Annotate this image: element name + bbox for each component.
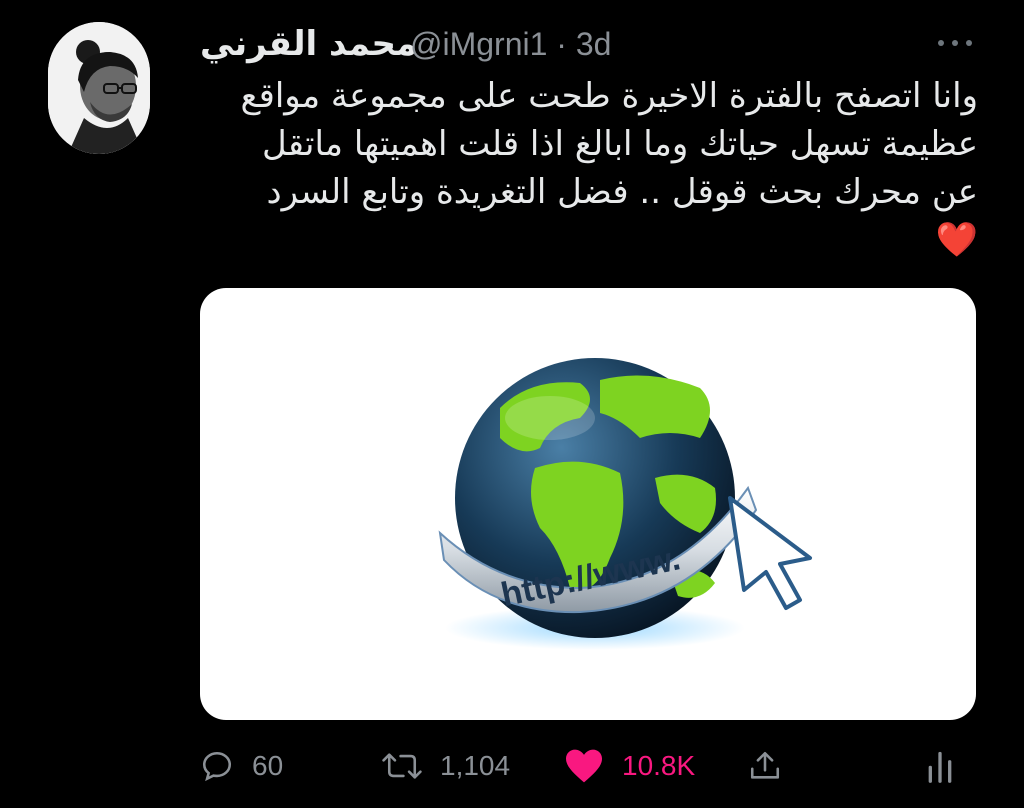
share-button[interactable] [748,740,782,792]
like-count: 10.8K [622,750,696,781]
display-name[interactable]: محمد القرني [200,24,417,64]
heart-emoji: ❤️ [935,220,978,260]
retweet-icon [382,753,422,779]
reply-icon [202,751,232,782]
media-image[interactable]: http://www. [200,288,976,720]
action-bar: 60 1,104 10.8K [0,740,1024,796]
tweet-text: وانا اتصفح بالفترة الاخيرة طحت على مجموع… [196,72,978,264]
share-icon [750,751,780,779]
reply-button[interactable]: 60 [200,740,283,792]
analytics-button[interactable] [926,740,954,792]
heart-icon [566,749,602,783]
tweet-text-line: عن محرك بحث قوقل .. فضل التغريدة وتابع ا… [266,172,978,212]
reply-count: 60 [252,750,284,781]
tweet-text-line: وانا اتصفح بالفترة الاخيرة طحت على مجموع… [240,76,978,116]
tweet: محمد القرني @iMgrni1 · 3d وانا اتصفح بال… [0,0,1024,808]
retweet-button[interactable]: 1,104 [382,740,510,792]
like-button[interactable]: 10.8K [564,740,695,792]
globe-www-illustration: http://www. [438,358,812,650]
more-icon[interactable] [936,36,976,50]
analytics-icon [928,751,952,783]
avatar[interactable] [48,22,150,154]
retweet-count: 1,104 [440,750,511,781]
tweet-header: محمد القرني @iMgrni1 · 3d [200,20,990,66]
avatar-photo [48,22,150,154]
tweet-text-line: عظيمة تسهل حياتك وما ابالغ اذا قلت اهميت… [262,124,978,164]
handle-and-time[interactable]: @iMgrni1 · 3d [410,26,611,63]
